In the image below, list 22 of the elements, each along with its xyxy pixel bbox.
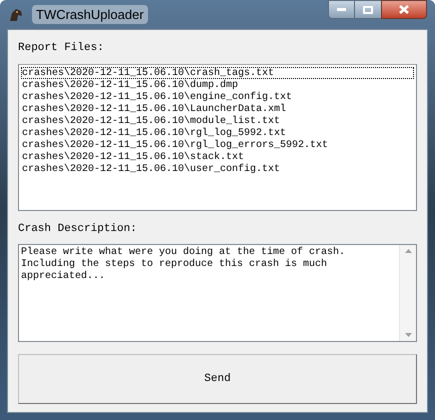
file-list-item[interactable]: crashes\2020-12-11_15.06.10\engine_config.txt	[21, 90, 414, 102]
file-list-item[interactable]: crashes\2020-12-11_15.06.10\crash_tags.txt	[21, 66, 414, 78]
file-list-item[interactable]: crashes\2020-12-11_15.06.10\module_list.txt	[21, 114, 414, 126]
file-list-item[interactable]: crashes\2020-12-11_15.06.10\stack.txt	[21, 150, 414, 162]
report-files-label: Report Files:	[18, 41, 105, 56]
file-list-item[interactable]: crashes\2020-12-11_15.06.10\rgl_log_5992.txt	[21, 126, 414, 138]
close-button[interactable]	[381, 0, 427, 19]
file-list-item[interactable]: crashes\2020-12-11_15.06.10\user_config.txt	[21, 162, 414, 174]
maximize-icon	[363, 6, 373, 14]
send-button[interactable]: Send	[18, 354, 417, 404]
maximize-button[interactable]	[355, 0, 381, 19]
minimize-icon	[337, 8, 346, 11]
crash-description-field[interactable]: Please write what were you doing at the time of crash. Including the steps to reproduce this crash is much appreciated...	[18, 244, 417, 342]
file-list-item[interactable]: crashes\2020-12-11_15.06.10\rgl_log_errors_5992.txt	[21, 138, 414, 150]
minimize-button[interactable]	[328, 0, 355, 19]
file-list-item[interactable]: crashes\2020-12-11_15.06.10\LauncherData.xml	[21, 102, 414, 114]
report-files-list[interactable]	[18, 64, 417, 210]
window-title: TWCrashUploader	[32, 4, 148, 24]
crash-description-label: Crash Description:	[18, 222, 138, 236]
file-list-item[interactable]: crashes\2020-12-11_15.06.10\dump.dmp	[21, 78, 414, 90]
app-icon	[8, 6, 24, 22]
close-icon	[399, 5, 409, 14]
